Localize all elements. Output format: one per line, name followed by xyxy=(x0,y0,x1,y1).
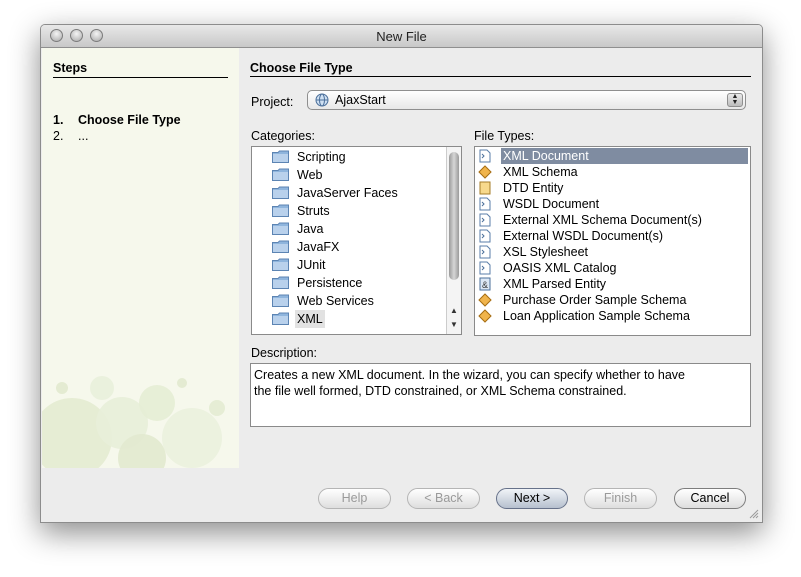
folder-icon xyxy=(272,276,289,289)
file-type-label: External XML Schema Document(s) xyxy=(503,213,702,227)
xml-document-icon xyxy=(479,149,491,163)
window-title: New File xyxy=(376,29,427,44)
scroll-thumb[interactable] xyxy=(449,152,459,280)
parsed-entity-icon: & xyxy=(479,277,491,291)
category-label: JUnit xyxy=(297,258,326,272)
globe-icon xyxy=(315,93,329,107)
file-type-label: Purchase Order Sample Schema xyxy=(503,293,687,307)
project-label: Project: xyxy=(251,95,294,109)
finish-button[interactable]: Finish xyxy=(584,488,657,509)
step-label: ... xyxy=(78,129,89,143)
xml-schema-icon xyxy=(478,309,492,323)
folder-icon xyxy=(272,168,289,181)
project-combobox[interactable]: AjaxStart ▲ ▼ xyxy=(307,90,746,110)
description-line: the file well formed, DTD constrained, o… xyxy=(254,384,627,398)
dtd-entity-icon xyxy=(479,181,491,195)
folder-icon xyxy=(272,240,289,253)
file-type-label: XSL Stylesheet xyxy=(503,245,589,259)
categories-list[interactable]: Scripting Web JavaServer Faces Struts Java Ja… xyxy=(251,146,462,335)
wsdl-document-icon xyxy=(479,197,491,211)
svg-text:&: & xyxy=(482,280,488,290)
file-type-label: Loan Application Sample Schema xyxy=(503,309,690,323)
back-button[interactable]: < Back xyxy=(407,488,480,509)
scroll-up-icon[interactable]: ▲ xyxy=(450,306,458,315)
title-bar[interactable]: New File xyxy=(41,25,762,48)
file-type-label: WSDL Document xyxy=(503,197,600,211)
step-number: 2. xyxy=(53,129,64,143)
description-label: Description: xyxy=(251,346,317,360)
document-icon xyxy=(479,213,491,227)
step-item-2: 2.... xyxy=(53,129,88,143)
categories-label: Categories: xyxy=(251,129,315,143)
category-label: Struts xyxy=(297,204,330,218)
folder-icon xyxy=(272,186,289,199)
step-label: Choose File Type xyxy=(78,113,181,127)
folder-icon xyxy=(272,294,289,307)
document-icon xyxy=(479,229,491,243)
folder-icon xyxy=(272,312,289,325)
new-file-dialog: New File Steps 1. Choose File Type 2.... … xyxy=(40,24,763,523)
category-label: Web Services xyxy=(297,294,374,308)
page-title: Choose File Type xyxy=(250,61,353,75)
xml-schema-icon xyxy=(478,165,492,179)
file-types-list[interactable]: XML Document XML Schema DTD Entity WSDL Doc… xyxy=(474,146,751,336)
folder-icon xyxy=(272,204,289,217)
file-types-label: File Types: xyxy=(474,129,535,143)
steps-panel: Steps 1. Choose File Type 2.... xyxy=(42,48,239,468)
category-label: Web xyxy=(297,168,323,182)
decorative-bubbles xyxy=(42,376,225,468)
file-type-label: External WSDL Document(s) xyxy=(503,229,663,243)
description-box: Creates a new XML document. In the wizar… xyxy=(250,363,751,427)
file-type-label: XML Document xyxy=(501,148,748,164)
steps-divider xyxy=(53,77,228,78)
document-icon xyxy=(479,261,491,275)
category-label: Scripting xyxy=(297,150,346,164)
cancel-button[interactable]: Cancel xyxy=(674,488,746,509)
folder-icon xyxy=(272,222,289,235)
categories-scrollbar[interactable]: ▲ ▼ xyxy=(446,147,461,334)
next-button[interactable]: Next > xyxy=(496,488,568,509)
updown-arrows-icon[interactable]: ▲ ▼ xyxy=(727,93,743,107)
file-type-label: XML Parsed Entity xyxy=(503,277,607,291)
category-label: Persistence xyxy=(297,276,363,290)
step-number: 1. xyxy=(53,113,64,127)
category-label: JavaServer Faces xyxy=(297,186,398,200)
step-item-1: 1. Choose File Type xyxy=(53,113,181,127)
folder-icon xyxy=(272,150,289,163)
file-type-label: XML Schema xyxy=(503,165,578,179)
xml-schema-icon xyxy=(478,293,492,307)
xsl-stylesheet-icon xyxy=(479,245,491,259)
file-type-label: OASIS XML Catalog xyxy=(503,261,617,275)
category-label: JavaFX xyxy=(297,240,340,254)
description-line: Creates a new XML document. In the wizar… xyxy=(254,368,686,382)
category-label: Java xyxy=(297,222,324,236)
title-divider xyxy=(250,76,751,77)
category-label: XML xyxy=(295,310,325,328)
resize-grip-icon[interactable] xyxy=(749,509,759,519)
scroll-down-icon[interactable]: ▼ xyxy=(450,320,458,329)
folder-icon xyxy=(272,258,289,271)
file-type-label: DTD Entity xyxy=(503,181,564,195)
help-button[interactable]: Help xyxy=(318,488,391,509)
steps-header: Steps xyxy=(53,61,88,75)
project-value: AjaxStart xyxy=(335,93,386,107)
